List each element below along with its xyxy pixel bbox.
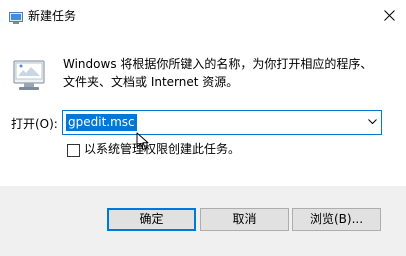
open-input[interactable]: gpedit.msc (66, 114, 137, 131)
ok-button[interactable]: 确定 (107, 208, 196, 231)
title-bar[interactable]: 新建任务 (0, 0, 406, 32)
close-icon (384, 10, 395, 21)
cancel-button[interactable]: 取消 (200, 208, 289, 231)
dropdown-button[interactable] (363, 111, 381, 134)
chevron-down-icon (368, 119, 377, 125)
open-combobox[interactable]: gpedit.msc (62, 110, 382, 135)
open-field-label: 打开(O): (11, 117, 58, 131)
dialog-description: Windows 将根据你所键入的名称，为你打开相应的程序、 文件夹、文档或 In… (63, 55, 393, 91)
window-title: 新建任务 (28, 9, 77, 23)
run-dialog-icon (9, 9, 23, 24)
close-button[interactable] (372, 0, 406, 32)
description-line-1: Windows 将根据你所键入的名称，为你打开相应的程序、 (63, 57, 373, 71)
run-program-icon (13, 58, 45, 92)
admin-checkbox[interactable] (67, 144, 80, 157)
description-line-2: 文件夹、文档或 Internet 资源。 (63, 75, 239, 89)
admin-checkbox-label[interactable]: 以系统管理权限创建此任务。 (84, 142, 240, 157)
run-dialog: 新建任务 Windows 将根据你所键入的名称，为你打开相应的程序、 文件夹、文… (0, 0, 406, 256)
browse-button[interactable]: 浏览(B)... (292, 208, 381, 231)
